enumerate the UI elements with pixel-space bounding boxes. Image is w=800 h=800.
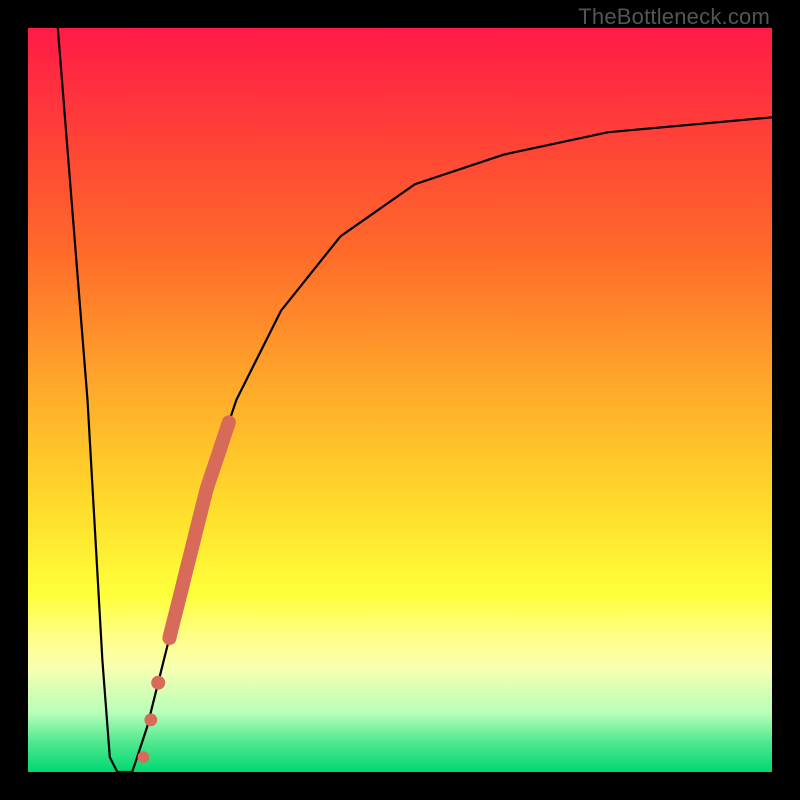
bottleneck-curve	[58, 28, 772, 772]
highlight-dots	[138, 676, 166, 763]
highlight-dot	[138, 751, 150, 763]
highlight-band-path	[169, 422, 229, 638]
plot-area	[28, 28, 772, 772]
highlight-band	[169, 422, 229, 638]
chart-frame: TheBottleneck.com	[0, 0, 800, 800]
highlight-dot	[151, 676, 165, 690]
watermark-text: TheBottleneck.com	[578, 4, 770, 30]
highlight-dot	[144, 714, 157, 727]
chart-svg	[28, 28, 772, 772]
